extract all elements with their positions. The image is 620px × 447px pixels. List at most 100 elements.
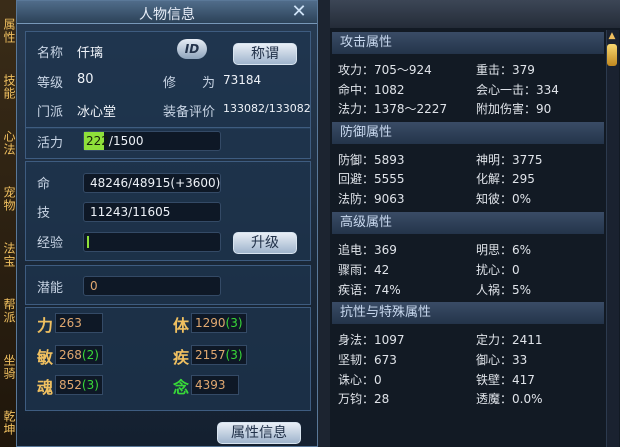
cultivation-label: 修 为 bbox=[163, 76, 216, 91]
exp-fill bbox=[87, 236, 89, 248]
stat-constitution-number: 1290 bbox=[195, 316, 226, 330]
stat-speed-value: 2157(3) bbox=[191, 345, 247, 365]
side-tab-qiankun[interactable]: 乾坤 bbox=[0, 410, 16, 436]
cultivation-value: 73184 bbox=[223, 73, 262, 87]
attr-tenacity: 坚韧：673 bbox=[338, 353, 397, 367]
potential-label: 潜能 bbox=[37, 281, 64, 296]
attr-critical: 会心一击：334 bbox=[476, 83, 559, 97]
attr-disturb: 扰心：0 bbox=[476, 263, 520, 277]
attribute-panel-header bbox=[330, 0, 620, 28]
character-info-window: 人物信息 ✕ 名称 仟璃 ID 称谓 等级 80 修 为 73184 门派 冰心… bbox=[16, 0, 318, 447]
side-tab-strip: 属性 技能 心法 宠物 法宝 帮派 坐骑 乾坤 bbox=[0, 0, 16, 447]
attr-clarity: 明思：6% bbox=[476, 243, 532, 257]
stat-speed-number: 2157 bbox=[195, 348, 226, 362]
attr-magic-power: 法力：1378～2227 bbox=[338, 102, 448, 116]
stat-mind-value: 4393 bbox=[191, 375, 239, 395]
scroll-up-icon[interactable]: ▲ bbox=[607, 30, 617, 42]
name-label: 名称 bbox=[37, 46, 64, 61]
stat-strength-number: 263 bbox=[59, 316, 82, 330]
stat-speed-label: 疾 bbox=[173, 348, 190, 367]
potential-value: 0 bbox=[90, 279, 98, 293]
potential-field: 0 bbox=[83, 276, 221, 296]
section-resistance-header: 抗性与特殊属性 bbox=[332, 302, 604, 324]
stat-soul-bonus: (3) bbox=[81, 378, 99, 392]
attr-mind-guard: 御心：33 bbox=[476, 353, 528, 367]
attr-heart-strike: 诛心：0 bbox=[338, 373, 382, 387]
school-value: 冰心堂 bbox=[77, 105, 117, 120]
side-tab-pet[interactable]: 宠物 bbox=[0, 186, 16, 212]
stat-soul-value: 852(3) bbox=[55, 375, 103, 395]
attr-focus: 定力：2411 bbox=[476, 333, 543, 347]
attr-evasion: 回避：5555 bbox=[338, 172, 405, 186]
panel-divider bbox=[318, 0, 330, 447]
side-tab-skills[interactable]: 技能 bbox=[0, 74, 16, 100]
title-button[interactable]: 称谓 bbox=[233, 43, 297, 65]
side-tab-guild[interactable]: 帮派 bbox=[0, 298, 16, 324]
equip-rating-value: 133082/133082 bbox=[223, 102, 311, 115]
mp-bar: 11243/11605 bbox=[83, 202, 221, 222]
attr-lightning: 追电：369 bbox=[338, 243, 397, 257]
hp-bar: 48246/48915(+3600) bbox=[83, 173, 221, 193]
attr-magic-defense: 法防：9063 bbox=[338, 192, 405, 206]
scrollbar-thumb[interactable] bbox=[607, 44, 617, 66]
stat-soul-number: 852 bbox=[59, 378, 82, 392]
attribute-scrollbar[interactable] bbox=[606, 30, 619, 447]
character-name: 仟璃 bbox=[77, 46, 104, 61]
section-advanced-header: 高级属性 bbox=[332, 212, 604, 234]
attr-defense: 防御：5893 bbox=[338, 153, 405, 167]
hp-value: 48246/48915(+3600) bbox=[90, 176, 221, 190]
mp-label: 技 bbox=[37, 206, 51, 221]
attr-swift-speech: 疾语：74% bbox=[338, 283, 401, 297]
level-up-button[interactable]: 升级 bbox=[233, 232, 297, 254]
attr-heavy-strike: 重击：379 bbox=[476, 63, 535, 77]
stat-mind-label: 念 bbox=[173, 378, 190, 397]
attr-thunder-weight: 万钧：28 bbox=[338, 392, 390, 406]
attr-iron-wall: 铁壁：417 bbox=[476, 373, 535, 387]
mp-value: 11243/11605 bbox=[90, 205, 171, 219]
side-tab-mind[interactable]: 心法 bbox=[0, 130, 16, 156]
attr-insight: 知彼：0% bbox=[476, 192, 532, 206]
equip-rating-label: 装备评价 bbox=[163, 105, 216, 120]
stat-strength-value: 263 bbox=[55, 313, 103, 333]
attr-calamity: 人祸：5% bbox=[476, 283, 532, 297]
side-tab-attributes[interactable]: 属性 bbox=[0, 18, 16, 44]
vitality-current: 222 bbox=[86, 134, 109, 148]
vitality-text: 222/1500 bbox=[86, 134, 144, 148]
hp-label: 命 bbox=[37, 177, 51, 192]
level-label: 等级 bbox=[37, 76, 64, 91]
stat-speed-bonus: (3) bbox=[225, 348, 243, 362]
window-title: 人物信息 bbox=[139, 7, 195, 23]
stat-agility-number: 268 bbox=[59, 348, 82, 362]
id-badge-icon[interactable]: ID bbox=[177, 39, 207, 59]
stat-strength-label: 力 bbox=[37, 316, 54, 335]
side-tab-treasure[interactable]: 法宝 bbox=[0, 242, 16, 268]
attr-resolve: 化解：295 bbox=[476, 172, 535, 186]
section-defense-header: 防御属性 bbox=[332, 122, 604, 144]
attr-agility: 身法：1097 bbox=[338, 333, 405, 347]
stat-agility-label: 敏 bbox=[37, 348, 54, 367]
close-icon[interactable]: ✕ bbox=[289, 2, 309, 22]
side-tab-mount[interactable]: 坐骑 bbox=[0, 354, 16, 380]
attr-extra-damage: 附加伤害：90 bbox=[476, 102, 552, 116]
exp-bar bbox=[83, 232, 221, 252]
attr-pierce-magic: 透魔：0.0% bbox=[476, 392, 543, 406]
exp-label: 经验 bbox=[37, 236, 64, 251]
vitality-max: /1500 bbox=[108, 134, 144, 148]
stat-mind-number: 4393 bbox=[195, 378, 226, 392]
attr-storm: 骤雨：42 bbox=[338, 263, 390, 277]
stat-constitution-bonus: (3) bbox=[225, 316, 243, 330]
stat-agility-bonus: (2) bbox=[81, 348, 99, 362]
stat-soul-label: 魂 bbox=[37, 378, 54, 397]
section-attack-header: 攻击属性 bbox=[332, 32, 604, 54]
attribute-info-button[interactable]: 属性信息 bbox=[217, 422, 301, 444]
stat-constitution-value: 1290(3) bbox=[191, 313, 247, 333]
stat-agility-value: 268(2) bbox=[55, 345, 103, 365]
attr-divine: 神明：3775 bbox=[476, 153, 543, 167]
vitality-bar: 222/1500 bbox=[83, 131, 221, 151]
stat-constitution-label: 体 bbox=[173, 316, 190, 335]
attr-attack-power: 攻力：705～924 bbox=[338, 63, 432, 77]
school-label: 门派 bbox=[37, 105, 64, 120]
attr-accuracy: 命中：1082 bbox=[338, 83, 405, 97]
level-value: 80 bbox=[77, 72, 94, 87]
vitality-label: 活力 bbox=[37, 136, 64, 151]
